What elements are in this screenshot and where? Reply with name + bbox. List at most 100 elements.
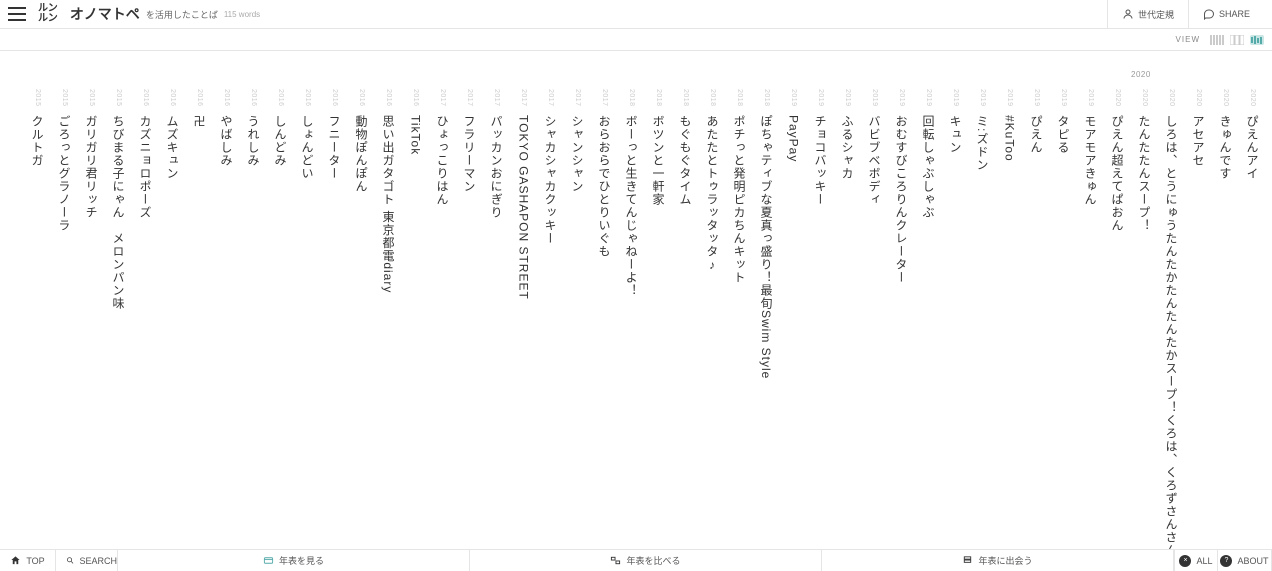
timeline-item[interactable]: 2019ミ:ズドン [969,89,996,549]
view-dense-icon[interactable] [1210,35,1224,45]
item-text: アセアセ [1190,115,1207,167]
timeline-item[interactable]: 2016カズニョロポーズ [132,89,159,549]
search-button[interactable]: SEARCH [56,550,118,571]
timeline-item[interactable]: 2019おむすびころりんクレーター [888,89,915,549]
item-year: 2017 [466,89,473,107]
timeline-item[interactable]: 2018もぐもぐタイム [672,89,699,549]
item-year: 2016 [196,89,203,107]
view-bar: VIEW [0,29,1272,51]
view-columns-icon[interactable] [1230,35,1244,45]
timeline-item[interactable]: 2017TOKYO GASHAPON STREET [510,89,537,549]
timeline-item[interactable]: 2018ぽちゃティブな夏真っ盛り！最旬Swim Style [753,89,780,549]
timeline-item[interactable]: 2015ちびまる子にゃん メロンパン味 [105,89,132,549]
timeline-item[interactable]: 2018ボーっと生きてんじゃねーよ！ [618,89,645,549]
item-text: モアモアきゅん [1082,115,1099,206]
item-year: 2020 [1141,89,1148,107]
item-year: 2019 [898,89,905,107]
timeline-item[interactable]: 2019キュン [942,89,969,549]
top-label: TOP [26,556,44,566]
item-year: 2018 [682,89,689,107]
share-label: SHARE [1219,9,1250,19]
logo[interactable]: ルン ルン [38,4,58,24]
all-button[interactable]: × ALL [1174,550,1218,571]
view-timeline-icon[interactable] [1250,35,1264,45]
timeline-item[interactable]: 2016しんどみ [267,89,294,549]
item-text: 動物ぽんぽん [353,115,370,193]
item-text: おらおらでひとりいぐも [596,115,613,258]
item-text: ひょっこりはん [434,115,451,206]
timeline-item[interactable]: 2017フラリーマン [456,89,483,549]
item-text: ボツンと一軒家 [650,115,667,206]
timeline-item[interactable]: 2019PayPay [780,89,807,549]
timeline-item[interactable]: 2019ふるシャカ [834,89,861,549]
timeline-item[interactable]: 2020ぴえんアイ [1239,89,1266,549]
meet-timeline-button[interactable]: 年表に出会う [822,550,1174,571]
all-label: ALL [1196,556,1212,566]
timeline-item[interactable]: 2015ごろっとグラノーラ [51,89,78,549]
timeline-item[interactable]: 2015ガリガリ君リッチ [78,89,105,549]
timeline-item[interactable]: 2017シャンシャン [564,89,591,549]
view-label: VIEW [1176,35,1200,44]
user-ruler-button[interactable]: 世代定規 [1107,0,1188,29]
view-timeline-button[interactable]: 年表を見る [118,550,470,571]
about-button[interactable]: ? ABOUT [1218,550,1272,571]
word-count: 115 words [224,10,260,19]
item-year: 2019 [817,89,824,107]
meet-timeline-label: 年表に出会う [978,554,1032,567]
timeline-item[interactable]: 2017パッカンおにぎり [483,89,510,549]
item-text: クルトガ [29,115,46,167]
timeline-item[interactable]: 2019モアモアきゅん [1077,89,1104,549]
timeline-item[interactable]: 2019バビブベボディ [861,89,888,549]
timeline-item[interactable]: 2019#KuToo [996,89,1023,549]
item-text: #KuToo [1003,115,1017,162]
timeline-item[interactable]: 2019 チョコバッキー [807,89,834,549]
item-text: チョコバッキー [812,115,829,206]
timeline-item[interactable]: 2019ぴえん [1023,89,1050,549]
item-text: 卍 [191,115,208,128]
hamburger-menu[interactable] [8,7,26,21]
compare-timeline-button[interactable]: 年表を比べる [470,550,822,571]
timeline-item[interactable]: 2016TikTok [402,89,429,549]
timeline-item[interactable]: 2020しろは、とうにゅうたんたかたんたんたかスープ！くろは、くろずさんさん、 [1158,89,1185,549]
timeline-item[interactable]: 2020ぴえん超えてぱおん [1104,89,1131,549]
item-text: TOKYO GASHAPON STREET [517,115,531,300]
item-text: タピる [1055,115,1072,154]
item-year: 2020 [1168,89,1175,107]
item-text: PayPay [787,115,801,162]
timeline-item[interactable]: 2019 タピる [1050,89,1077,549]
item-year: 2016 [331,89,338,107]
item-text: 回転しゃぶしゃぶ [920,115,937,219]
year-marker-2020: 2020 [1131,70,1151,79]
timeline-item[interactable]: 2020きゅんです [1212,89,1239,549]
chat-icon [1203,8,1215,20]
item-text: バビブベボディ [866,115,883,206]
timeline-item[interactable]: 2017ひょっこりはん [429,89,456,549]
timeline-item[interactable]: 2020たんたたんスープ！ [1131,89,1158,549]
timeline-item[interactable]: 2016思い出ガタゴト 東京都電diary [375,89,402,549]
item-text: フニーター [326,115,343,180]
timeline-item[interactable]: 2020アセアセ [1185,89,1212,549]
timeline-item[interactable]: 2017シャカシャカクッキー [537,89,564,549]
timeline-item[interactable]: 2016やばしみ [213,89,240,549]
timeline-item[interactable]: 2016 フニーター [321,89,348,549]
timeline-item[interactable]: 2015クルトガ [24,89,51,549]
timeline-item[interactable]: 2018あたたとトゥラッタッタ♪ [699,89,726,549]
share-button[interactable]: SHARE [1188,0,1264,29]
timeline-item[interactable]: 2016 卍 [186,89,213,549]
item-year: 2015 [61,89,68,107]
item-year: 2017 [601,89,608,107]
timeline-item[interactable]: 2017 おらおらでひとりいぐも [591,89,618,549]
item-year: 2016 [385,89,392,107]
top-button[interactable]: TOP [0,550,56,571]
timeline-item[interactable]: 2016しょんどい [294,89,321,549]
timeline-item[interactable]: 2016ムズキュン [159,89,186,549]
timeline-item[interactable]: 2018ポチっと発明ピカちんキット [726,89,753,549]
timeline-item[interactable]: 2019回転しゃぶしゃぶ [915,89,942,549]
compare-icon [610,555,621,566]
item-year: 2017 [547,89,554,107]
item-year: 2018 [736,89,743,107]
item-year: 2019 [1060,89,1067,107]
timeline-item[interactable]: 2018ボツンと一軒家 [645,89,672,549]
timeline-item[interactable]: 2016動物ぽんぽん [348,89,375,549]
timeline-item[interactable]: 2016うれしみ [240,89,267,549]
